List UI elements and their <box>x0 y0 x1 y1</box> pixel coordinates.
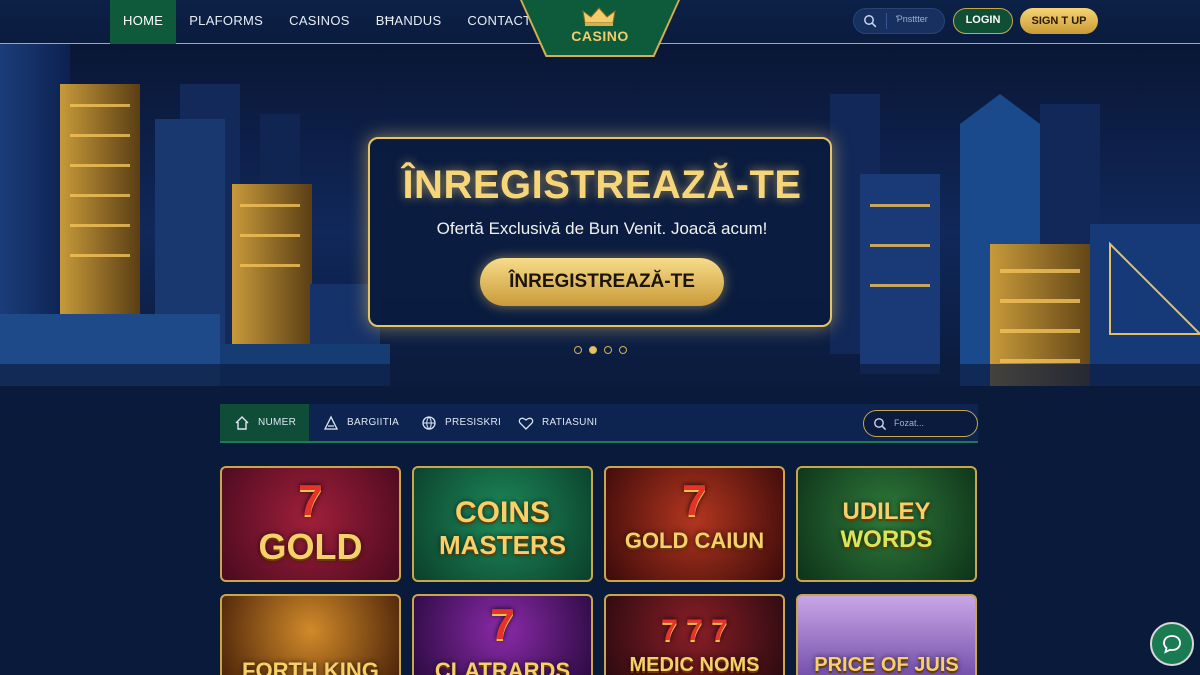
game-tile[interactable]: 7 CLATRARDS <box>412 594 593 675</box>
category-tab-3[interactable]: PRESISKRI <box>421 404 501 441</box>
game-title: MEDIC NOMS <box>629 654 760 675</box>
game-title: FORTH KING <box>242 658 379 675</box>
game-title: GOLD <box>258 526 363 567</box>
game-title-top: COINS <box>454 496 550 529</box>
game-search-placeholder: Fozat... <box>894 418 925 428</box>
search-placeholder: Ƥnsttter <box>896 14 928 24</box>
register-button[interactable]: ÎNREGISTREAZĂ-TE <box>480 258 724 306</box>
game-title-top: 7 7 7 <box>661 614 728 647</box>
nav-casinos[interactable]: CASINOS <box>276 0 363 44</box>
game-title: PRICE OF JUIS <box>814 654 959 675</box>
nav-bonuses[interactable]: BĦANDUS <box>363 0 455 44</box>
search-icon <box>874 418 887 431</box>
game-title: GOLD CAIUN <box>624 528 765 553</box>
logo-text: CASINO <box>571 28 629 44</box>
category-label: BARGIITIA <box>347 417 400 428</box>
game-tile[interactable]: 7 7 7 MEDIC NOMS <box>604 594 785 675</box>
carousel-dot[interactable] <box>619 346 627 354</box>
promo-card: ÎNREGISTREAZĂ-TE Ofertă Exclusivă de Bun… <box>368 137 832 327</box>
game-title-top: 7 <box>682 476 707 525</box>
main-menu: HOME PLAFORMS CASINOS BĦANDUS CONTACT <box>110 0 544 44</box>
category-tab-4[interactable]: RATIASUNI <box>518 404 597 441</box>
crown-icon <box>582 7 616 26</box>
hero-banner: ÎNREGISTREAZĂ-TE Ofertă Exclusivă de Bun… <box>0 44 1200 386</box>
game-tile[interactable]: FORTH KING <box>220 594 401 675</box>
carousel-dot[interactable] <box>574 346 582 354</box>
game-tile[interactable]: 7 GOLD <box>220 466 401 582</box>
signup-button[interactable]: SIGN T UP <box>1020 8 1098 34</box>
home-icon <box>235 415 249 430</box>
game-tile[interactable]: COINS MASTERS <box>412 466 593 582</box>
heart-icon <box>518 417 534 430</box>
category-tab-home[interactable]: NUMER <box>220 404 309 441</box>
search-divider <box>886 13 887 29</box>
category-bar: NUMER BARGIITIA PRESISKRI RATIASUNI Foza… <box>220 404 978 443</box>
category-label: PRESISKRI <box>445 417 502 428</box>
promo-title: ÎNREGISTREAZĂ-TE <box>402 163 802 207</box>
carousel-dot-active[interactable] <box>589 346 597 354</box>
globe-icon <box>422 415 436 430</box>
nav-home[interactable]: HOME <box>110 0 177 44</box>
login-button[interactable]: LOGIN <box>953 8 1013 34</box>
category-tab-2[interactable]: BARGIITIA <box>323 404 399 441</box>
carousel-indicators <box>574 346 627 354</box>
game-tile[interactable]: UDILEY WORDS <box>796 466 977 582</box>
game-title-top: 7 <box>298 476 323 525</box>
carousel-dot[interactable] <box>604 346 612 354</box>
game-title-top: UDILEY <box>842 498 931 525</box>
poker-chips-icon <box>323 415 339 430</box>
category-label: NUMER <box>258 417 297 428</box>
game-tile[interactable]: PRICE OF JUIS <box>796 594 977 675</box>
promo-subtitle: Ofertă Exclusivă de Bun Venit. Joacă acu… <box>436 219 768 238</box>
game-title: MASTERS <box>438 530 567 560</box>
game-title: CLATRARDS <box>434 658 571 675</box>
game-title-top: 7 <box>490 600 515 649</box>
nav-platforms[interactable]: PLAFORMS <box>176 0 276 44</box>
chat-bubble-icon <box>1163 635 1181 654</box>
game-search-input[interactable]: Fozat... <box>863 410 978 437</box>
live-chat-button[interactable] <box>1150 622 1194 666</box>
header-search[interactable]: Ƥnsttter <box>853 8 945 34</box>
game-title: WORDS <box>840 526 933 553</box>
game-tile[interactable]: 7 GOLD CAIUN <box>604 466 785 582</box>
search-icon <box>864 15 877 28</box>
category-label: RATIASUNI <box>542 417 598 428</box>
